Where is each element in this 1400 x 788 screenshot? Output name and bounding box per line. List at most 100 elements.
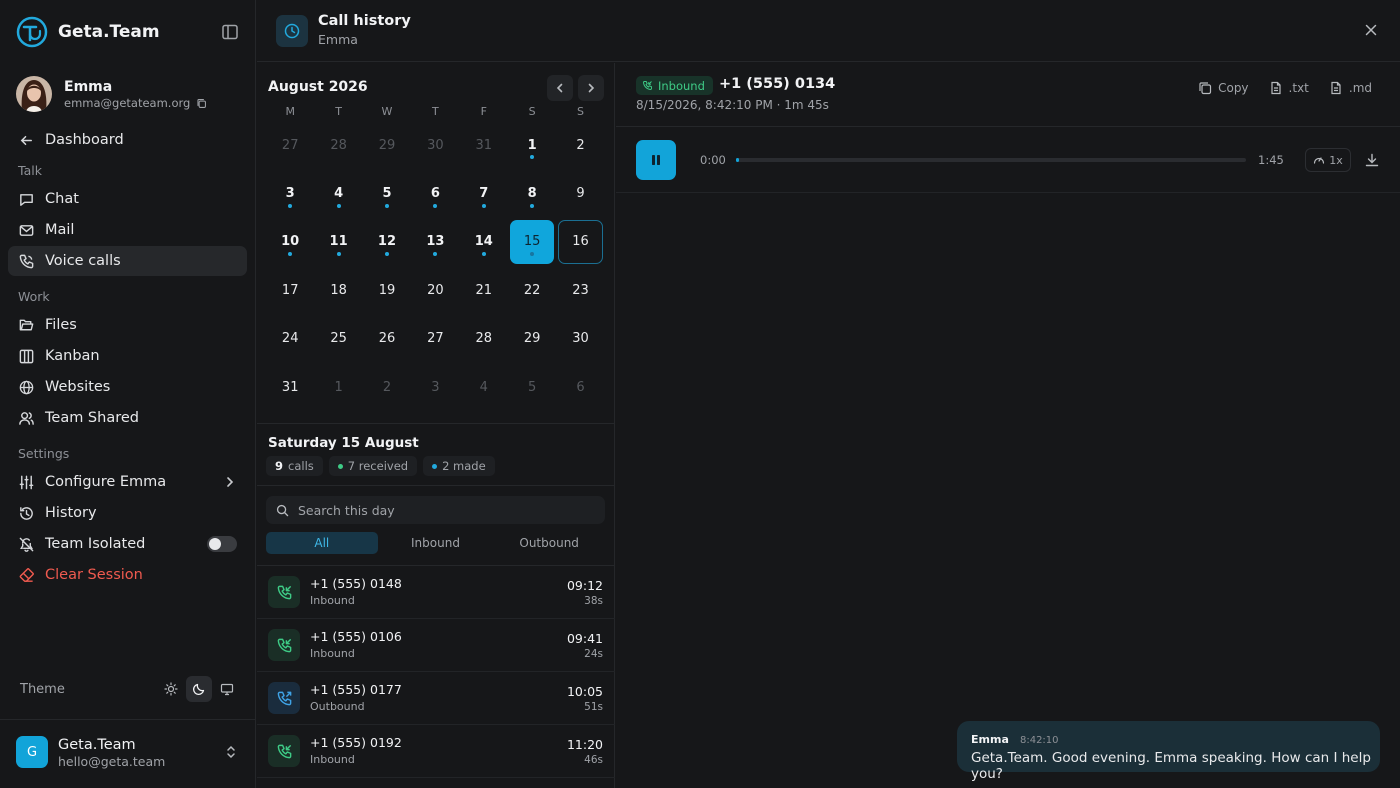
calendar-day[interactable]: 18 xyxy=(316,268,360,312)
calendar-day[interactable]: 4 xyxy=(316,171,360,215)
prev-month-button[interactable] xyxy=(547,75,573,101)
calendar-day[interactable]: 25 xyxy=(316,317,360,361)
tab-all[interactable]: All xyxy=(266,532,378,554)
nav-dashboard[interactable]: Dashboard xyxy=(8,125,247,155)
next-month-button[interactable] xyxy=(578,75,604,101)
nav-chat[interactable]: Chat xyxy=(8,184,247,214)
calendar-day[interactable]: 4 xyxy=(462,365,506,409)
calendar-day[interactable]: 6 xyxy=(413,171,457,215)
theme-system-button[interactable] xyxy=(214,676,240,702)
calendar-day[interactable]: 27 xyxy=(268,123,312,167)
nav-kanban-label: Kanban xyxy=(45,348,100,364)
calendar-day[interactable]: 28 xyxy=(316,123,360,167)
calendar-day[interactable]: 29 xyxy=(510,317,554,361)
calendar-day[interactable]: 30 xyxy=(413,123,457,167)
pause-button[interactable] xyxy=(636,140,676,180)
nav-history[interactable]: History xyxy=(8,498,247,528)
calendar-day[interactable]: 21 xyxy=(462,268,506,312)
copy-button[interactable]: Copy xyxy=(1198,81,1249,95)
search-input[interactable]: Search this day xyxy=(266,496,605,524)
calendar-day[interactable]: 9 xyxy=(558,171,602,215)
calendar-day[interactable]: 10 xyxy=(268,220,312,264)
calendar-day[interactable]: 26 xyxy=(365,317,409,361)
export-txt-button[interactable]: .txt xyxy=(1269,81,1309,95)
tab-outbound[interactable]: Outbound xyxy=(493,532,605,554)
chevron-right-icon xyxy=(588,83,595,93)
brand[interactable]: Geta.Team xyxy=(16,14,160,50)
call-row[interactable]: +1 (555) 0148 Inbound 09:12 38s xyxy=(257,566,615,619)
calendar-day[interactable]: 27 xyxy=(413,317,457,361)
calendar-day[interactable]: 6 xyxy=(558,365,602,409)
workspace-switcher[interactable]: G Geta.Team hello@geta.team xyxy=(0,719,256,788)
calendar-day[interactable]: 23 xyxy=(558,268,602,312)
chevron-right-icon xyxy=(227,477,234,487)
call-row-duration: 51s xyxy=(584,701,603,713)
calendar-day[interactable]: 17 xyxy=(268,268,312,312)
gauge-icon xyxy=(1314,157,1325,164)
playback-speed-button[interactable]: 1x xyxy=(1305,148,1351,172)
call-row[interactable]: +1 (555) 0177 Outbound 10:05 51s xyxy=(257,672,615,725)
nav-websites[interactable]: Websites xyxy=(8,372,247,402)
message-text: Geta.Team. Good evening. Emma speaking. … xyxy=(971,750,1371,782)
calendar-day[interactable]: 12 xyxy=(365,220,409,264)
theme-dark-button[interactable] xyxy=(186,676,212,702)
calendar-day[interactable]: 31 xyxy=(268,365,312,409)
nav-mail[interactable]: Mail xyxy=(8,215,247,245)
theme-light-button[interactable] xyxy=(158,676,184,702)
calendar-day-number: 12 xyxy=(377,234,397,250)
export-md-button[interactable]: .md xyxy=(1329,81,1372,95)
call-row[interactable]: +1 (555) 0192 Inbound 11:20 46s xyxy=(257,725,615,778)
user-card: Emma emma@getateam.org xyxy=(16,76,207,112)
calendar-day[interactable]: 31 xyxy=(462,123,506,167)
nav-files[interactable]: Files xyxy=(8,310,247,340)
call-list: +1 (555) 0148 Inbound 09:12 38s +1 (555) 010… xyxy=(257,566,615,778)
team-isolated-toggle[interactable] xyxy=(207,536,237,552)
calendar-day-number: 30 xyxy=(427,137,444,153)
calendar-day[interactable]: 1 xyxy=(510,123,554,167)
calendar-day[interactable]: 29 xyxy=(365,123,409,167)
calendar-day[interactable]: 2 xyxy=(558,123,602,167)
calendar-day[interactable]: 3 xyxy=(268,171,312,215)
has-calls-dot xyxy=(336,252,341,257)
calendar-day[interactable]: 15 xyxy=(509,219,555,265)
calendar-day[interactable]: 28 xyxy=(462,317,506,361)
call-row[interactable]: +1 (555) 0106 Inbound 09:41 24s xyxy=(257,619,615,672)
page-title: Call history xyxy=(318,13,411,29)
calendar-day[interactable]: 2 xyxy=(365,365,409,409)
nav-voice-calls[interactable]: Voice calls xyxy=(8,246,247,276)
nav-configure[interactable]: Configure Emma xyxy=(8,467,247,497)
audio-seek-bar[interactable] xyxy=(736,158,1246,162)
calendar-day[interactable]: 8 xyxy=(510,171,554,215)
copy-icon[interactable] xyxy=(196,98,207,109)
pause-icon xyxy=(652,155,660,165)
weekday-label: S xyxy=(577,105,585,118)
calendar-day[interactable]: 30 xyxy=(558,317,602,361)
calendar-day[interactable]: 5 xyxy=(365,171,409,215)
calendar-day[interactable]: 24 xyxy=(268,317,312,361)
nav-team-shared[interactable]: Team Shared xyxy=(8,403,247,433)
calendar-day[interactable]: 7 xyxy=(462,171,506,215)
kanban-icon xyxy=(19,349,34,363)
calendar-day[interactable]: 22 xyxy=(510,268,554,312)
calendar-day[interactable]: 3 xyxy=(413,365,457,409)
export-txt-label: .txt xyxy=(1288,81,1309,95)
calendar-day[interactable]: 19 xyxy=(365,268,409,312)
calendar-day[interactable]: 13 xyxy=(413,220,457,264)
close-icon[interactable] xyxy=(1363,22,1379,38)
nav-kanban[interactable]: Kanban xyxy=(8,341,247,371)
sidebar: Geta.Team Emma emma@getateam.org Dashboa… xyxy=(0,0,256,788)
calendar-day[interactable]: 14 xyxy=(462,220,506,264)
export-md-label: .md xyxy=(1348,81,1372,95)
calendar-day-number: 5 xyxy=(382,186,392,202)
calendar-day[interactable]: 5 xyxy=(510,365,554,409)
call-row-direction: Inbound xyxy=(310,647,355,660)
calendar-day[interactable]: 20 xyxy=(413,268,457,312)
tab-inbound[interactable]: Inbound xyxy=(380,532,492,554)
calendar-day[interactable]: 16 xyxy=(558,219,603,265)
calendar-day[interactable]: 1 xyxy=(316,365,360,409)
calendar-day[interactable]: 11 xyxy=(316,220,360,264)
download-icon[interactable] xyxy=(1364,152,1380,168)
nav-clear-session[interactable]: Clear Session xyxy=(8,560,247,590)
sidebar-toggle-icon[interactable] xyxy=(220,22,240,42)
calendar-day-number: 1 xyxy=(527,137,537,153)
